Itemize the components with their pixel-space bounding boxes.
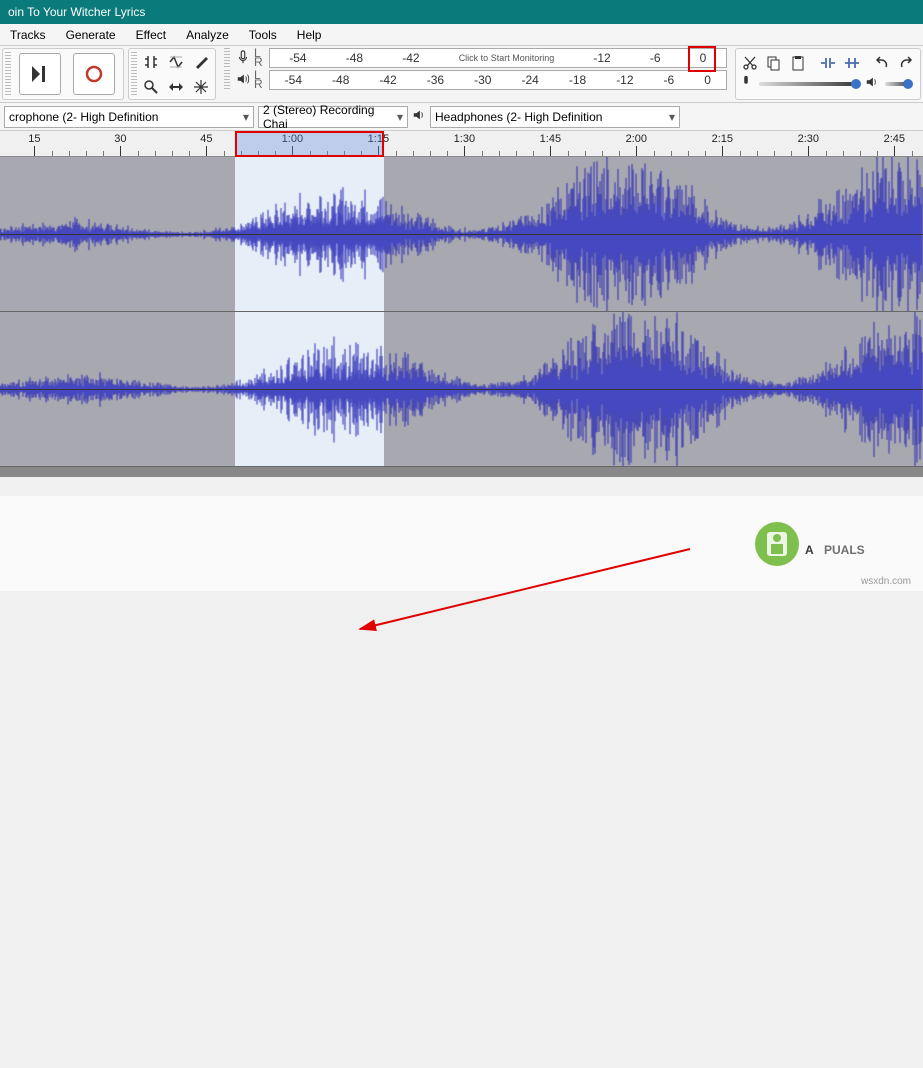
svg-text:PUALS: PUALS [824, 543, 865, 557]
record-button[interactable] [73, 53, 115, 95]
mic-icon[interactable] [236, 50, 250, 67]
device-toolbar: crophone (2- High Definition▾ 2 (Stereo)… [0, 103, 923, 131]
menu-help[interactable]: Help [287, 25, 332, 45]
timeline-ruler[interactable]: 1530451:001:151:301:452:002:152:302:45 [0, 131, 923, 157]
tools-toolbar [128, 48, 216, 100]
channels-combo[interactable]: 2 (Stereo) Recording Chai▾ [258, 106, 408, 128]
selection-tool[interactable] [139, 50, 163, 74]
speaker-device-icon [412, 108, 426, 125]
grip[interactable] [131, 52, 137, 96]
silence-button[interactable] [840, 51, 864, 75]
track-channel-right[interactable] [0, 312, 923, 467]
footer-area: A PUALS wsxdn.com [0, 496, 923, 591]
undo-button[interactable] [870, 51, 894, 75]
playback-meter[interactable]: -54-48-42 -36-30-24 -18-12-60 [269, 70, 727, 90]
menu-tracks[interactable]: Tracks [0, 25, 56, 45]
toolbar-row: LR -54-48-42 Click to Start Monitoring -… [0, 46, 923, 103]
mic-rec-icon [739, 75, 753, 92]
play-volume-slider[interactable] [885, 82, 911, 86]
grip[interactable] [5, 52, 11, 96]
lr-label: LR [254, 71, 263, 89]
brand-logo: A PUALS [747, 514, 907, 574]
window-title: oin To Your Witcher Lyrics [8, 5, 145, 19]
zoom-tool[interactable] [139, 75, 163, 99]
menu-bar: Tracks Generate Effect Analyze Tools Hel… [0, 24, 923, 46]
watermark-origin: wsxdn.com [861, 576, 911, 587]
draw-tool[interactable] [189, 50, 213, 74]
menu-tools[interactable]: Tools [239, 25, 287, 45]
speaker-play-icon [865, 75, 879, 92]
multi-tool[interactable] [189, 75, 213, 99]
input-device-combo[interactable]: crophone (2- High Definition▾ [4, 106, 254, 128]
menu-analyze[interactable]: Analyze [176, 25, 239, 45]
skip-end-button[interactable] [19, 53, 61, 95]
cut-button[interactable] [738, 51, 762, 75]
speaker-icon[interactable] [236, 72, 250, 89]
edit-toolbar [735, 48, 921, 100]
transport-toolbar [2, 48, 124, 100]
track-channel-left[interactable] [0, 157, 923, 312]
menu-generate[interactable]: Generate [56, 25, 126, 45]
menu-effect[interactable]: Effect [126, 25, 176, 45]
recording-meter[interactable]: -54-48-42 Click to Start Monitoring -12-… [269, 48, 727, 68]
meters: LR -54-48-42 Click to Start Monitoring -… [220, 48, 731, 100]
paste-button[interactable] [786, 51, 810, 75]
timeshift-tool[interactable] [164, 75, 188, 99]
track-area [0, 157, 923, 477]
lr-label: LR [254, 49, 263, 67]
track-area-empty [0, 467, 923, 477]
trim-button[interactable] [816, 51, 840, 75]
grip[interactable] [224, 70, 230, 90]
envelope-tool[interactable] [164, 50, 188, 74]
output-device-combo[interactable]: Headphones (2- High Definition▾ [430, 106, 680, 128]
record-volume-slider[interactable] [759, 82, 859, 86]
grip[interactable] [224, 48, 230, 68]
svg-text:A: A [805, 543, 814, 557]
copy-button[interactable] [762, 51, 786, 75]
window-titlebar: oin To Your Witcher Lyrics [0, 0, 923, 24]
redo-button[interactable] [894, 51, 918, 75]
